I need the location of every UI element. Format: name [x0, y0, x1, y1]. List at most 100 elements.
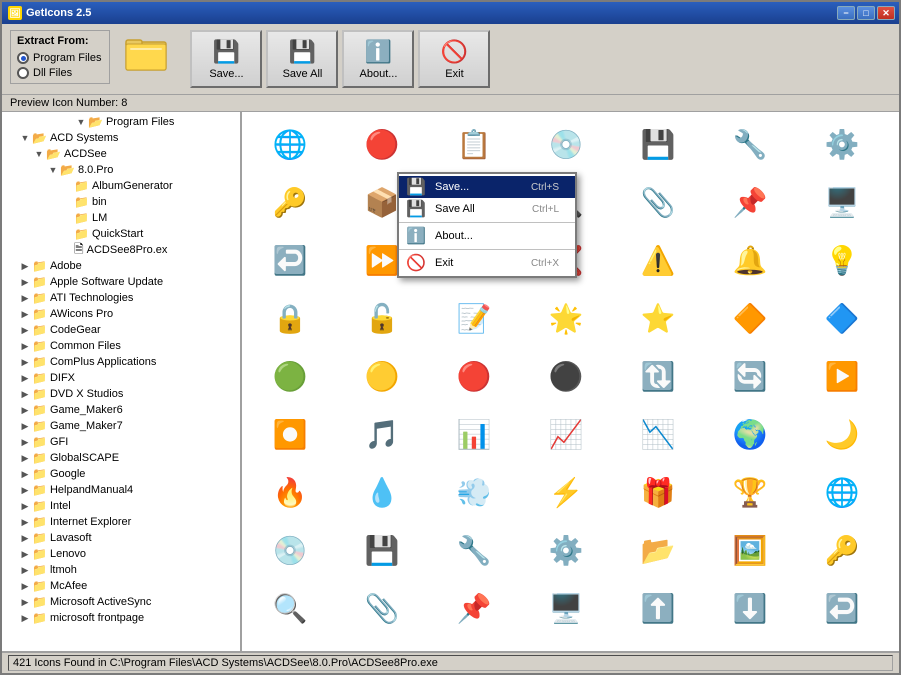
icon-cell[interactable]: 🌟: [522, 290, 610, 346]
icon-cell[interactable]: 📋: [430, 116, 518, 172]
tree-item[interactable]: ▶📁Apple Software Update: [4, 274, 238, 290]
icon-cell[interactable]: 💿: [246, 522, 334, 578]
program-files-radio[interactable]: Program Files: [17, 52, 101, 64]
tree-item[interactable]: ▶📁Intel: [4, 498, 238, 514]
tree-item[interactable]: ▶📁HelpandManual4: [4, 482, 238, 498]
icon-cell[interactable]: 🔔: [706, 232, 794, 288]
tree-item[interactable]: 📁bin: [4, 194, 238, 210]
icon-cell[interactable]: 📈: [522, 406, 610, 462]
icon-cell[interactable]: 🔄: [706, 348, 794, 404]
tree-item[interactable]: ▶📁DVD X Studios: [4, 386, 238, 402]
close-button[interactable]: ✕: [877, 6, 895, 20]
icon-cell[interactable]: 🖼️: [706, 522, 794, 578]
icon-cell[interactable]: 🔴: [338, 116, 426, 172]
tree-item[interactable]: ▼📂ACD Systems: [4, 130, 238, 146]
icon-cell[interactable]: ⚠️: [614, 232, 702, 288]
dll-files-radio-button[interactable]: [17, 67, 29, 79]
icon-grid-wrapper[interactable]: 🌐🔴📋💿💾🔧⚙️📂🖼️🔑📦🗑️🔍📎📌🖥️⬆️⬇️↩️⏩✅❌⚠️🔔💡🎯🎨🔒🔓📝🌟⭐…: [242, 112, 899, 651]
icon-cell[interactable]: 🌐: [798, 464, 886, 520]
tree-item[interactable]: ▶📁CodeGear: [4, 322, 238, 338]
tree-item[interactable]: ▼📂ACDSee: [4, 146, 238, 162]
icon-cell[interactable]: 🔑: [798, 522, 886, 578]
tree-item[interactable]: 📁AlbumGenerator: [4, 178, 238, 194]
icon-cell[interactable]: ⚠️: [338, 638, 426, 651]
icon-cell[interactable]: 🎁: [614, 464, 702, 520]
icon-cell[interactable]: 🔥: [246, 464, 334, 520]
icon-cell[interactable]: ↩️: [798, 580, 886, 636]
exit-button[interactable]: 🚫 Exit: [418, 30, 490, 88]
icon-cell[interactable]: 💧: [338, 464, 426, 520]
icon-cell[interactable]: ↩️: [246, 232, 334, 288]
icon-cell[interactable]: 🟡: [338, 348, 426, 404]
save-button[interactable]: 💾 Save...: [190, 30, 262, 88]
icon-cell[interactable]: 💡: [798, 232, 886, 288]
maximize-button[interactable]: □: [857, 6, 875, 20]
icon-cell[interactable]: 💿: [522, 116, 610, 172]
icon-cell[interactable]: ⬇️: [706, 580, 794, 636]
icon-cell[interactable]: 📝: [430, 290, 518, 346]
icon-cell[interactable]: 🟢: [246, 348, 334, 404]
tree-item[interactable]: ▶📁microsoft frontpage: [4, 610, 238, 626]
icon-cell[interactable]: 🔔: [430, 638, 518, 651]
save-all-button[interactable]: 💾 Save All: [266, 30, 338, 88]
icon-cell[interactable]: 🖥️: [522, 580, 610, 636]
icon-cell[interactable]: 🔓: [338, 290, 426, 346]
icon-cell[interactable]: 📊: [430, 406, 518, 462]
icon-cell[interactable]: 💡: [522, 638, 610, 651]
tree-item[interactable]: ▶📁DIFX: [4, 370, 238, 386]
icon-cell[interactable]: 📌: [706, 174, 794, 230]
tree-item[interactable]: ▼📂8.0.Pro: [4, 162, 238, 178]
tree-item[interactable]: ▶📁Game_Maker6: [4, 402, 238, 418]
tree-item[interactable]: ▶📁Adobe: [4, 258, 238, 274]
icon-cell[interactable]: 🔸: [890, 290, 899, 346]
menu-item-save[interactable]: 💾 Save... Ctrl+S: [399, 176, 575, 198]
icon-cell[interactable]: 🔴: [890, 464, 899, 520]
icon-cell[interactable]: 🔃: [614, 348, 702, 404]
tree-item[interactable]: ▶📁ATI Technologies: [4, 290, 238, 306]
icon-cell[interactable]: 🎯: [614, 638, 702, 651]
icon-cell[interactable]: ⭐: [614, 290, 702, 346]
tree-item[interactable]: ▶📁ltmoh: [4, 562, 238, 578]
tree-item[interactable]: ▶📁Common Files: [4, 338, 238, 354]
icon-cell[interactable]: 🏆: [706, 464, 794, 520]
icon-cell[interactable]: 🔴: [430, 348, 518, 404]
icon-cell[interactable]: 📦: [890, 522, 899, 578]
tree-item[interactable]: ▶📁Internet Explorer: [4, 514, 238, 530]
tree-item[interactable]: ▶📁Lenovo: [4, 546, 238, 562]
icon-cell[interactable]: 🔒: [798, 638, 886, 651]
dll-files-radio[interactable]: Dll Files: [17, 67, 101, 79]
menu-item-exit[interactable]: 🚫 Exit Ctrl+X: [399, 252, 575, 274]
tree-item[interactable]: ▶📁Lavasoft: [4, 530, 238, 546]
icon-cell[interactable]: 🔷: [798, 290, 886, 346]
tree-item[interactable]: ▶📁GFI: [4, 434, 238, 450]
tree-item[interactable]: ▶📁ComPlus Applications: [4, 354, 238, 370]
icon-cell[interactable]: 📉: [614, 406, 702, 462]
icon-cell[interactable]: ⏺️: [246, 406, 334, 462]
icon-cell[interactable]: 📎: [338, 580, 426, 636]
tree-item[interactable]: ▶📁McAfee: [4, 578, 238, 594]
icon-cell[interactable]: ▶️: [798, 348, 886, 404]
icon-cell[interactable]: ☀️: [890, 406, 899, 462]
icon-cell[interactable]: 🌙: [798, 406, 886, 462]
icon-cell[interactable]: 🎯: [890, 232, 899, 288]
icon-cell[interactable]: 📂: [614, 522, 702, 578]
tree-item[interactable]: ▶📁Game_Maker7: [4, 418, 238, 434]
icon-cell[interactable]: ⏸️: [890, 348, 899, 404]
icon-cell[interactable]: 📂: [890, 116, 899, 172]
icon-cell[interactable]: ⬆️: [614, 580, 702, 636]
icon-cell[interactable]: ⚫: [522, 348, 610, 404]
icon-cell[interactable]: 🔶: [706, 290, 794, 346]
icon-cell[interactable]: 📎: [614, 174, 702, 230]
icon-cell[interactable]: 💾: [338, 522, 426, 578]
tree-item[interactable]: 🗎ACDSee8Pro.ex: [4, 242, 238, 258]
icon-cell[interactable]: ⚙️: [798, 116, 886, 172]
tree-item[interactable]: ▶📁Microsoft ActiveSync: [4, 594, 238, 610]
icon-cell[interactable]: 🔍: [246, 580, 334, 636]
tree-item[interactable]: 📁LM: [4, 210, 238, 226]
icon-cell[interactable]: 🔧: [430, 522, 518, 578]
menu-item-about[interactable]: ℹ️ About...: [399, 225, 575, 247]
icon-cell[interactable]: 💨: [430, 464, 518, 520]
tree-item[interactable]: 📁QuickStart: [4, 226, 238, 242]
icon-cell[interactable]: ❌: [246, 638, 334, 651]
icon-cell[interactable]: ⬆️: [890, 174, 899, 230]
